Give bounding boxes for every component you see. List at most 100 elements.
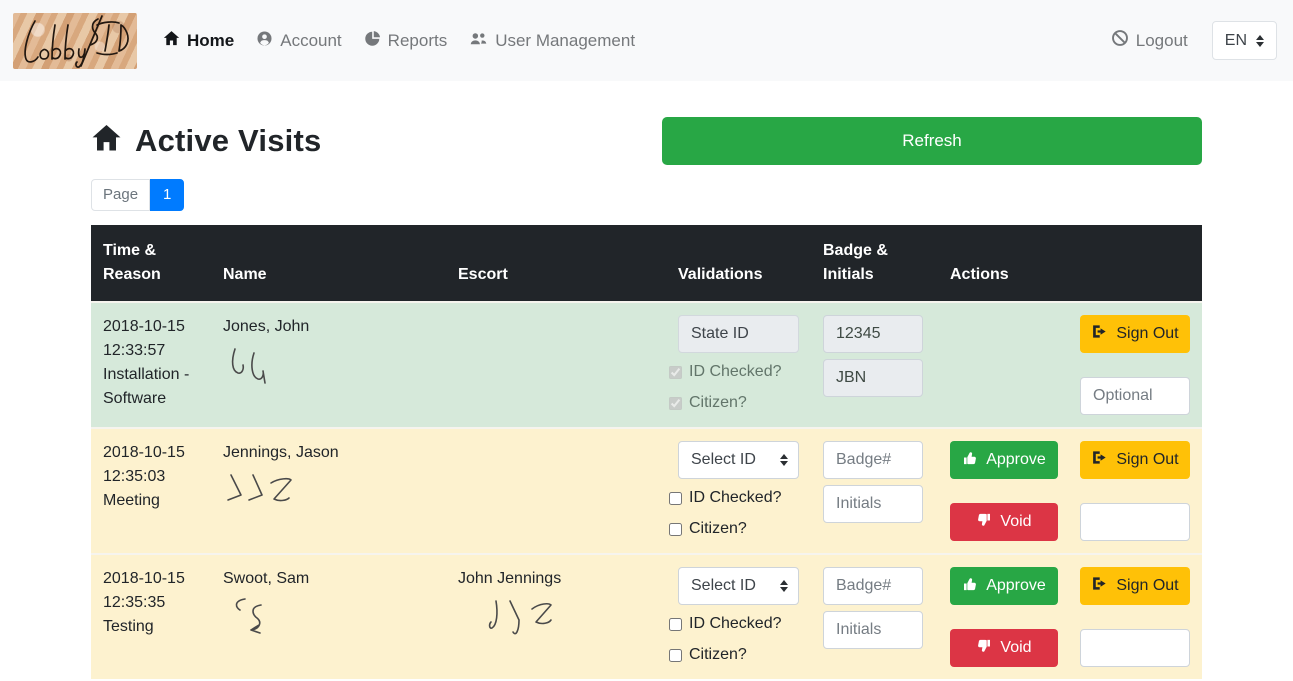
name-cell: Jones, John (211, 302, 446, 428)
visit-reason: Meeting (103, 489, 199, 513)
visitor-signature (223, 469, 323, 519)
sign-out-icon (1091, 575, 1108, 597)
time-reason-cell: 2018-10-15 12:35:35 Testing (91, 554, 211, 679)
table-header: Time & Reason Name Escort Validations Ba… (91, 225, 1202, 302)
approve-void-column: Approve Void (950, 441, 1058, 541)
ban-icon (1111, 29, 1129, 52)
col-name: Name (211, 225, 446, 302)
id-checked-label[interactable]: ID Checked? (689, 486, 782, 510)
home-icon (163, 30, 180, 52)
approve-button[interactable]: Approve (950, 567, 1058, 605)
brand-logo-signature (13, 13, 137, 69)
optional-signout-input[interactable] (1080, 377, 1190, 415)
visit-reason: Testing (103, 615, 199, 639)
visit-date: 2018-10-15 (103, 441, 199, 465)
nav-item-user-management[interactable]: User Management (469, 30, 635, 52)
validations-cell: Select ID ID Checked? Citizen? (666, 428, 811, 554)
nav-item-reports[interactable]: Reports (364, 30, 448, 52)
page-title: Active Visits (135, 123, 321, 159)
visitor-name: Swoot, Sam (223, 567, 434, 591)
visitor-name: Jones, John (223, 315, 434, 339)
badge-field[interactable] (823, 441, 923, 479)
visit-time: 12:33:57 (103, 339, 199, 363)
visit-row-jones: 2018-10-15 12:33:57 Installation - Softw… (91, 302, 1202, 428)
id-type-select[interactable]: Select ID (678, 567, 799, 605)
initials-field[interactable] (823, 485, 923, 523)
badge-field[interactable] (823, 567, 923, 605)
citizen-label[interactable]: Citizen? (689, 643, 747, 667)
escort-cell (446, 302, 666, 428)
citizen-row: Citizen? (669, 391, 799, 415)
void-label: Void (1000, 639, 1031, 657)
validations-cell: State ID ID Checked? Citizen? (666, 302, 811, 428)
top-navbar: Home Account Reports User Management (0, 0, 1293, 81)
id-checked-checkbox[interactable] (669, 618, 682, 631)
badge-initials-cell (811, 302, 938, 428)
signout-column: Sign Out (1080, 567, 1190, 667)
visit-time: 12:35:35 (103, 591, 199, 615)
actions-cell: Approve Void (938, 554, 1202, 679)
logout-link[interactable]: Logout (1111, 29, 1188, 52)
pagination-page-1[interactable]: 1 (150, 179, 184, 211)
pie-chart-icon (364, 30, 381, 52)
refresh-button[interactable]: Refresh (662, 117, 1202, 165)
initials-field[interactable] (823, 611, 923, 649)
language-select[interactable]: EN (1212, 21, 1277, 60)
id-checked-checkbox (669, 366, 682, 379)
active-visits-table: Time & Reason Name Escort Validations Ba… (91, 225, 1202, 679)
badge-field (823, 315, 923, 353)
nav-item-account[interactable]: Account (256, 30, 341, 52)
void-button[interactable]: Void (950, 629, 1058, 667)
id-checked-checkbox[interactable] (669, 492, 682, 505)
approve-button[interactable]: Approve (950, 441, 1058, 479)
sign-out-button[interactable]: Sign Out (1080, 567, 1190, 605)
col-validations: Validations (666, 225, 811, 302)
nav-links: Home Account Reports User Management (163, 30, 635, 52)
optional-signout-input[interactable] (1080, 503, 1190, 541)
thumbs-down-icon (976, 512, 992, 533)
approve-void-column: Approve Void (950, 567, 1058, 667)
nav-item-label: Reports (388, 31, 448, 51)
visit-date: 2018-10-15 (103, 567, 199, 591)
optional-signout-input[interactable] (1080, 629, 1190, 667)
visit-row-jennings: 2018-10-15 12:35:03 Meeting Jennings, Ja… (91, 428, 1202, 554)
signout-column: Sign Out (1080, 315, 1190, 415)
col-escort: Escort (446, 225, 666, 302)
actions-cell: Sign Out (938, 302, 1202, 428)
nav-item-home[interactable]: Home (163, 30, 234, 52)
void-button[interactable]: Void (950, 503, 1058, 541)
name-cell: Swoot, Sam (211, 554, 446, 679)
id-type-value: State ID (691, 322, 749, 346)
visitor-signature (223, 595, 303, 651)
id-type-select[interactable]: Select ID (678, 441, 799, 479)
citizen-checkbox[interactable] (669, 523, 682, 536)
id-checked-label[interactable]: ID Checked? (689, 612, 782, 636)
visit-row-swoot: 2018-10-15 12:35:35 Testing Swoot, Sam J… (91, 554, 1202, 679)
thumbs-down-icon (976, 638, 992, 659)
escort-cell: John Jennings (446, 554, 666, 679)
id-checked-row: ID Checked? (669, 360, 799, 384)
sign-out-icon (1091, 449, 1108, 471)
badge-initials-cell (811, 554, 938, 679)
sign-out-button[interactable]: Sign Out (1080, 441, 1190, 479)
name-cell: Jennings, Jason (211, 428, 446, 554)
users-icon (469, 30, 488, 52)
escort-cell (446, 428, 666, 554)
chevron-updown-icon (780, 580, 788, 592)
sign-out-button[interactable]: Sign Out (1080, 315, 1190, 353)
citizen-label[interactable]: Citizen? (689, 517, 747, 541)
actions-cell: Approve Void (938, 428, 1202, 554)
id-type-value: Select ID (691, 448, 756, 472)
badge-initials-cell (811, 428, 938, 554)
visitor-name: Jennings, Jason (223, 441, 434, 465)
citizen-checkbox[interactable] (669, 649, 682, 662)
home-icon-large (91, 123, 122, 159)
thumbs-up-icon (962, 450, 978, 471)
sign-out-icon (1091, 323, 1108, 345)
brand-logo[interactable] (13, 13, 137, 69)
validations-cell: Select ID ID Checked? Citizen? (666, 554, 811, 679)
visit-date: 2018-10-15 (103, 315, 199, 339)
id-checked-row: ID Checked? (669, 612, 799, 636)
chevron-updown-icon (780, 454, 788, 466)
pagination-label: Page (91, 179, 150, 211)
